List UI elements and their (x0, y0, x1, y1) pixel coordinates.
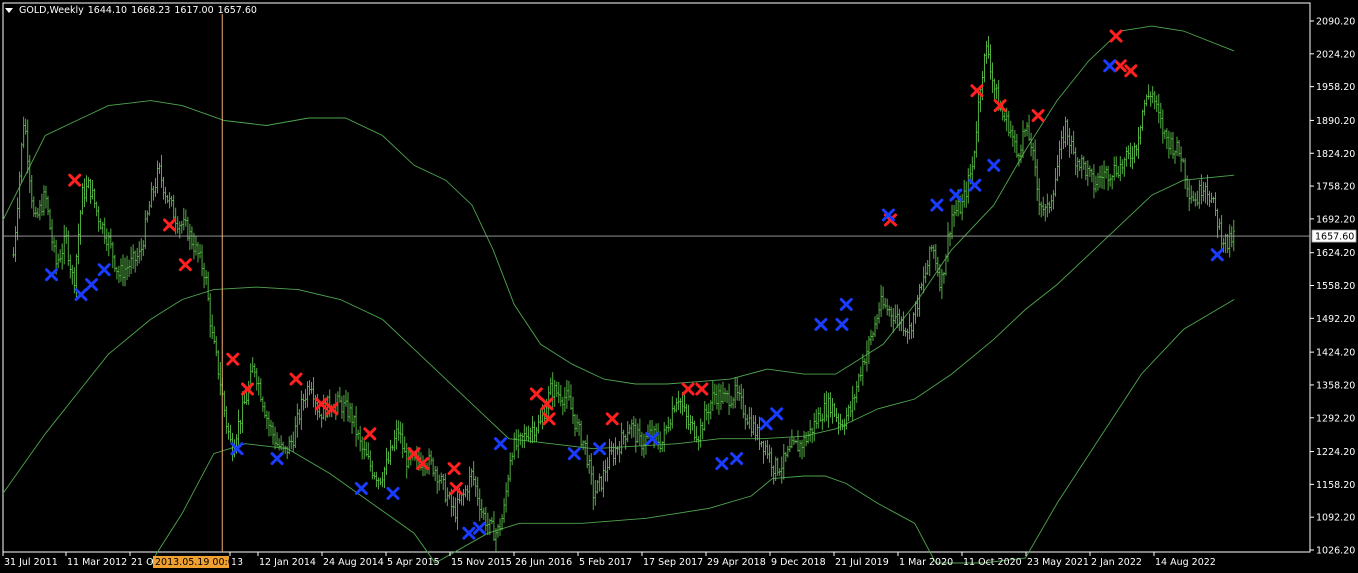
y-tick-label: 1624.20 (1316, 248, 1355, 259)
y-tick-label: 1558.20 (1316, 281, 1355, 292)
y-tick-label: 1824.20 (1316, 149, 1355, 160)
y-axis: 2090.20 2024.20 1958.20 1890.20 1824.20 1758.… (1310, 17, 1355, 557)
price-chart[interactable]: 2090.20 2024.20 1958.20 1890.20 1824.20 1758.… (0, 0, 1358, 573)
x-tick-label: 21 Jul 2019 (835, 557, 889, 568)
y-tick-label: 1224.20 (1316, 447, 1355, 458)
y-tick-label: 2024.20 (1316, 49, 1355, 60)
ohlc-open: 1644.10 (87, 4, 128, 16)
x-tick-label: 5 Feb 2017 (579, 557, 632, 568)
y-tick-label: 1890.20 (1316, 116, 1355, 127)
y-tick-label: 1958.20 (1316, 82, 1355, 93)
x-tick-label: 11 Mar 2012 (67, 557, 127, 568)
y-tick-label: 2090.20 (1316, 17, 1355, 28)
x-tick-label: 11 Oct 2020 (963, 557, 1022, 568)
x-tick-label: 26 Jun 2016 (515, 557, 572, 568)
x-tick-label: 2 Jan 2022 (1091, 557, 1142, 568)
current-price-label: 1657.60 (1315, 232, 1354, 243)
x-tick-label: 12 Jan 2014 (259, 557, 316, 568)
x-tick-label: 14 Aug 2022 (1155, 557, 1216, 568)
y-tick-label: 1292.20 (1316, 413, 1355, 424)
y-tick-label: 1758.20 (1316, 182, 1355, 193)
y-tick-label: 1158.20 (1316, 480, 1355, 491)
ohlc-close: 1657.60 (217, 4, 257, 16)
symbol-label: GOLD,Weekly (19, 4, 84, 16)
x-tick-label: 23 May 2021 (1027, 557, 1089, 568)
y-tick-label: 1092.20 (1316, 513, 1355, 524)
plot-area[interactable] (2, 2, 1311, 553)
x-tick-label: 9 Dec 2018 (771, 557, 826, 568)
x-tick-label: 17 Sep 2017 (643, 557, 703, 568)
dropdown-triangle-icon[interactable] (5, 7, 13, 13)
x-tick-label: 1 Mar 2020 (899, 557, 953, 568)
y-tick-label: 1692.20 (1316, 214, 1355, 225)
y-tick-label: 1424.20 (1316, 348, 1355, 359)
x-tick-label: 21 O (131, 557, 154, 568)
x-tick-label: 31 Jul 2011 (4, 557, 58, 568)
chart-header: GOLD,Weekly 1644.10 1668.23 1617.00 1657… (5, 3, 257, 17)
ohlc-low: 1617.00 (174, 4, 214, 16)
crosshair-date-label: 2013.05.19 00:00 (155, 557, 240, 568)
y-tick-label: 1358.20 (1316, 380, 1355, 391)
x-tick-label: 29 Apr 2018 (707, 557, 766, 568)
y-tick-label: 1492.20 (1316, 314, 1355, 325)
y-tick-label: 1026.20 (1316, 546, 1355, 557)
x-tick-label: 5 Apr 2015 (387, 557, 440, 568)
x-tick-label: 24 Aug 2014 (323, 557, 384, 568)
chart-window: GOLD,Weekly 1644.10 1668.23 1617.00 1657… (0, 0, 1358, 573)
ohlc-high: 1668.23 (131, 4, 171, 16)
x-tick-label: 15 Nov 2015 (451, 557, 512, 568)
